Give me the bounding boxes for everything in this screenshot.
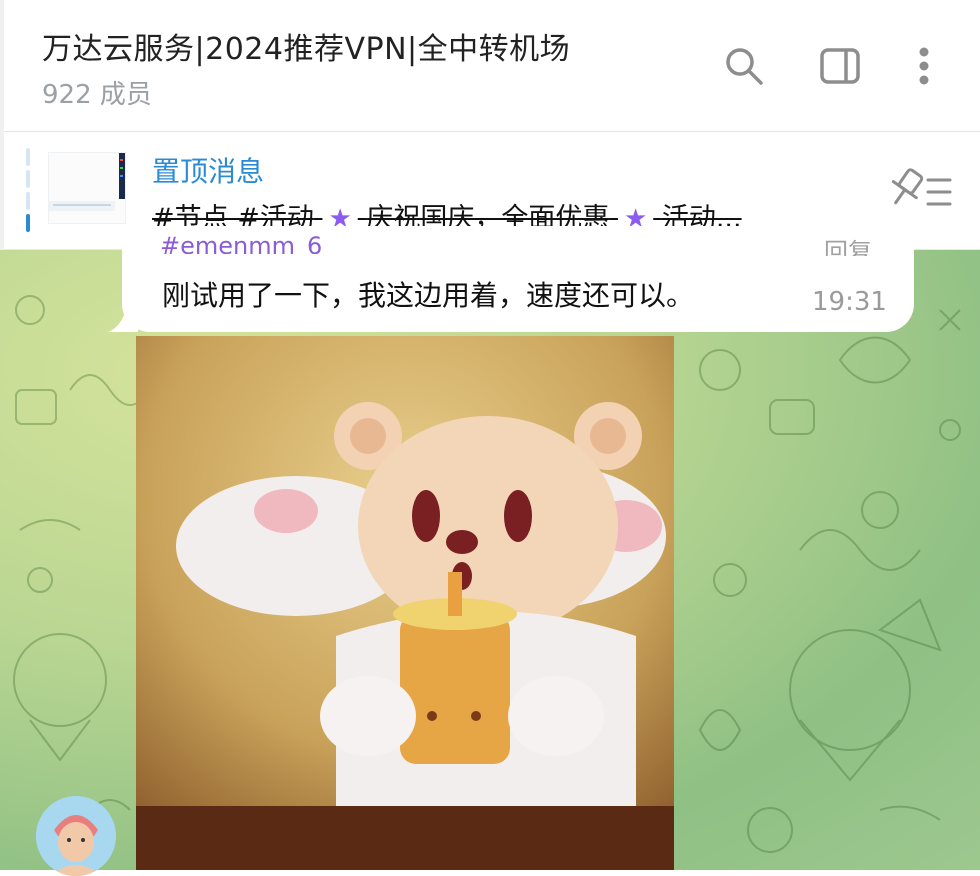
sidebar-toggle-button[interactable] bbox=[814, 40, 866, 92]
chat-title[interactable]: 万达云服务|2024推荐VPN|全中转机场 bbox=[42, 24, 570, 68]
bubble-tail bbox=[108, 300, 138, 332]
more-vertical-icon bbox=[919, 47, 929, 85]
pin-list-icon bbox=[891, 168, 952, 206]
search-icon bbox=[726, 48, 763, 85]
pinned-list-button[interactable] bbox=[884, 166, 956, 216]
member-count: 922 成员 bbox=[42, 80, 152, 110]
sender-name[interactable]: #emenmm_6 bbox=[160, 232, 322, 254]
window-edge bbox=[0, 0, 4, 250]
sidebar-toggle-icon bbox=[820, 48, 860, 84]
message-time: 19:31 bbox=[812, 287, 887, 317]
pinned-label: 置顶消息 bbox=[152, 155, 265, 188]
search-button[interactable] bbox=[718, 40, 770, 92]
reply-label[interactable]: 回复 bbox=[824, 232, 872, 256]
pinned-position-indicator bbox=[26, 148, 32, 232]
more-menu-button[interactable] bbox=[898, 40, 950, 92]
user-avatar[interactable] bbox=[36, 796, 116, 876]
chat-header: 万达云服务|2024推荐VPN|全中转机场 922 成员 bbox=[0, 0, 980, 132]
message-text: 刚试用了一下，我这边用着，速度还可以。 bbox=[162, 279, 695, 312]
avatar-image bbox=[36, 796, 116, 876]
bear-sticker[interactable] bbox=[136, 336, 674, 870]
pinned-thumbnail bbox=[48, 152, 126, 224]
